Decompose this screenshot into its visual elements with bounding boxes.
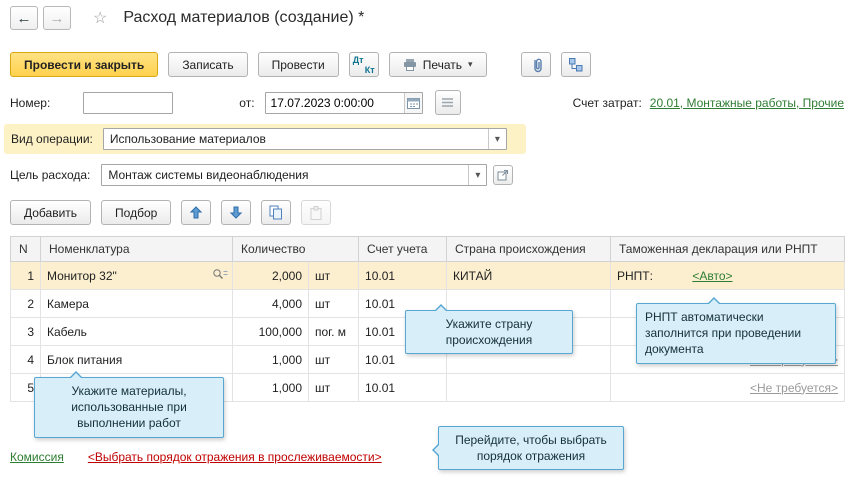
structure-button[interactable] xyxy=(561,52,591,77)
header-country: Страна происхождения xyxy=(447,237,611,262)
printer-icon xyxy=(403,58,417,71)
header-fields-row: Номер: от: Счет затрат: 20.01, Монтажные… xyxy=(10,90,844,115)
number-field[interactable] xyxy=(83,92,173,114)
attachments-button[interactable] xyxy=(521,52,551,77)
header-qty: Количество xyxy=(233,237,359,262)
forward-button[interactable]: → xyxy=(43,6,71,30)
arrow-down-icon xyxy=(230,206,242,219)
purpose-label: Цель расхода: xyxy=(10,168,90,182)
header-n: N xyxy=(11,237,41,262)
paperclip-icon xyxy=(528,57,543,73)
dtkt-postings-button[interactable]: Дт Кт xyxy=(349,52,379,77)
purpose-value: Монтаж системы видеонаблюдения xyxy=(102,168,468,182)
tooltip-rnpt: РНПТ автоматически заполнится при провед… xyxy=(636,303,836,364)
header-account: Счет учета xyxy=(359,237,447,262)
operation-combobox[interactable]: Использование материалов ▾ xyxy=(103,128,507,150)
number-label: Номер: xyxy=(10,96,50,110)
tooltip-materials: Укажите материалы, использованные при вы… xyxy=(34,377,224,438)
print-button[interactable]: Печать ▾ xyxy=(389,52,487,77)
number-input[interactable] xyxy=(84,96,172,110)
table-row[interactable]: 1 Монитор 32" 2,000 шт 10.01 КИТАЙ xyxy=(11,262,845,290)
footer-links: Комиссия <Выбрать порядок отражения в пр… xyxy=(10,450,382,464)
cost-account-label: Счет затрат: xyxy=(573,96,642,110)
table-header-row: N Номенклатура Количество Счет учета Стр… xyxy=(11,237,845,262)
header-item: Номенклатура xyxy=(41,237,233,262)
magnifier-icon xyxy=(212,268,228,281)
purpose-combobox[interactable]: Монтаж системы видеонаблюдения ▾ xyxy=(101,164,487,186)
arrow-up-icon xyxy=(190,206,202,219)
add-row-button[interactable]: Добавить xyxy=(10,200,91,225)
rnpt-prefix: РНПТ: xyxy=(617,269,653,283)
purpose-open-button[interactable] xyxy=(493,165,513,185)
purpose-row: Цель расхода: Монтаж системы видеонаблюд… xyxy=(10,164,513,186)
favorite-star-icon[interactable]: ☆ xyxy=(93,8,107,28)
open-in-window-icon xyxy=(497,169,509,181)
move-down-button[interactable] xyxy=(221,200,251,225)
choose-item-button[interactable] xyxy=(212,268,228,284)
header-declaration: Таможенная декларация или РНПТ xyxy=(611,237,845,262)
traceability-link[interactable]: <Выбрать порядок отражения в прослеживае… xyxy=(88,450,382,464)
back-button[interactable]: ← xyxy=(10,6,38,30)
date-picker-button[interactable] xyxy=(404,93,422,113)
forward-icon: → xyxy=(50,10,65,27)
paste-button[interactable] xyxy=(301,200,331,225)
copy-button[interactable] xyxy=(261,200,291,225)
pick-button[interactable]: Подбор xyxy=(101,200,171,225)
operation-value: Использование материалов xyxy=(104,132,488,146)
item-name: Монитор 32" xyxy=(47,269,117,283)
save-button[interactable]: Записать xyxy=(168,52,247,77)
purpose-dropdown-icon[interactable]: ▾ xyxy=(468,165,486,185)
operation-dropdown-icon[interactable]: ▾ xyxy=(488,129,506,149)
copy-icon xyxy=(269,205,283,220)
title-bar: ← → ☆ Расход материалов (создание) * xyxy=(10,6,364,30)
dtkt-icon: Дт Кт xyxy=(353,56,375,74)
date-label: от: xyxy=(239,96,254,110)
print-dropdown-icon: ▾ xyxy=(468,59,473,70)
page-title: Расход материалов (создание) * xyxy=(123,9,364,27)
date-field[interactable] xyxy=(265,92,423,114)
document-window: ← → ☆ Расход материалов (создание) * Про… xyxy=(0,0,854,480)
calendar-icon xyxy=(407,97,420,109)
list-lines-icon xyxy=(441,97,454,108)
rnpt-auto-link[interactable]: <Авто> xyxy=(692,269,732,283)
post-button[interactable]: Провести xyxy=(258,52,339,77)
tooltip-trace: Перейдите, чтобы выбрать порядок отражен… xyxy=(438,426,624,470)
tooltip-country: Укажите страну происхождения xyxy=(405,310,573,354)
cost-account-link[interactable]: 20.01, Монтажные работы, Прочие xyxy=(650,96,844,110)
operation-label: Вид операции: xyxy=(11,132,93,146)
move-up-button[interactable] xyxy=(181,200,211,225)
command-bar: Провести и закрыть Записать Провести Дт … xyxy=(10,52,591,77)
post-and-close-button[interactable]: Провести и закрыть xyxy=(10,52,158,77)
date-input[interactable] xyxy=(266,96,404,110)
date-extra-button[interactable] xyxy=(435,90,461,115)
hierarchy-icon xyxy=(568,57,583,72)
operation-row: Вид операции: Использование материалов ▾ xyxy=(4,124,526,154)
paste-icon xyxy=(310,206,322,220)
commission-link[interactable]: Комиссия xyxy=(10,450,64,464)
back-icon: ← xyxy=(17,10,32,27)
table-toolbar: Добавить Подбор xyxy=(10,200,331,225)
print-label: Печать xyxy=(423,58,462,72)
not-required-text: <Не требуется> xyxy=(750,381,838,395)
